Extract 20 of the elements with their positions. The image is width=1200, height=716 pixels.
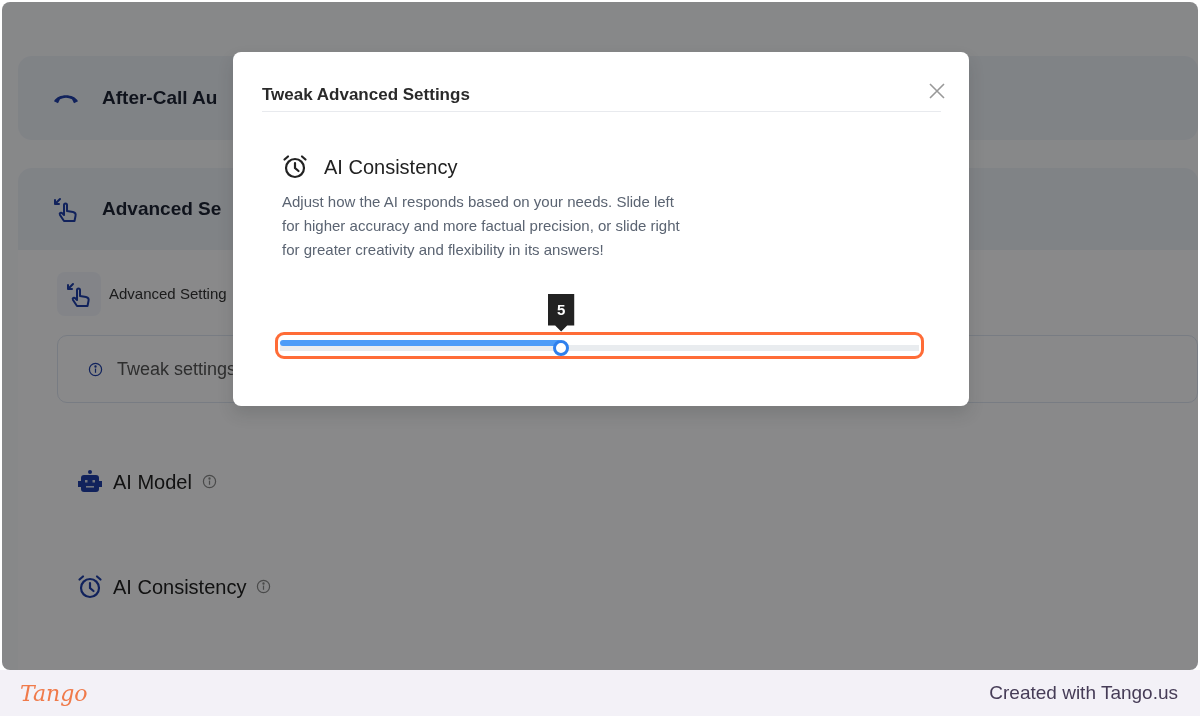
section-title: Advanced Se [102,196,222,221]
setting-label: AI Consistency [113,574,247,600]
alarm-clock-icon [77,573,103,600]
section-heading: AI Consistency [324,154,458,180]
description-text: Adjust how the AI responds based on your needs. Slide left for higher accuracy and more factual precision, or slide right for greater creativity and flexibility in its answers! [282,191,681,260]
subsection-title: Advanced Setting [109,283,227,304]
robot-icon [77,468,103,495]
info-text: Tweak settings [117,357,237,381]
alarm-clock-icon [282,153,308,180]
info-icon [88,361,103,377]
value-tooltip: 5 [548,293,575,332]
slider-thumb[interactable] [553,339,570,356]
info-icon[interactable] [201,474,217,489]
setting-label: AI Model [113,469,192,495]
pointer-hand-icon [52,195,80,223]
pointer-hand-icon [65,280,93,308]
section-title: After-Call Au [102,85,218,110]
close-icon[interactable] [929,82,945,99]
info-icon[interactable] [256,579,272,594]
credit-text: Created with Tango.us [989,680,1178,705]
